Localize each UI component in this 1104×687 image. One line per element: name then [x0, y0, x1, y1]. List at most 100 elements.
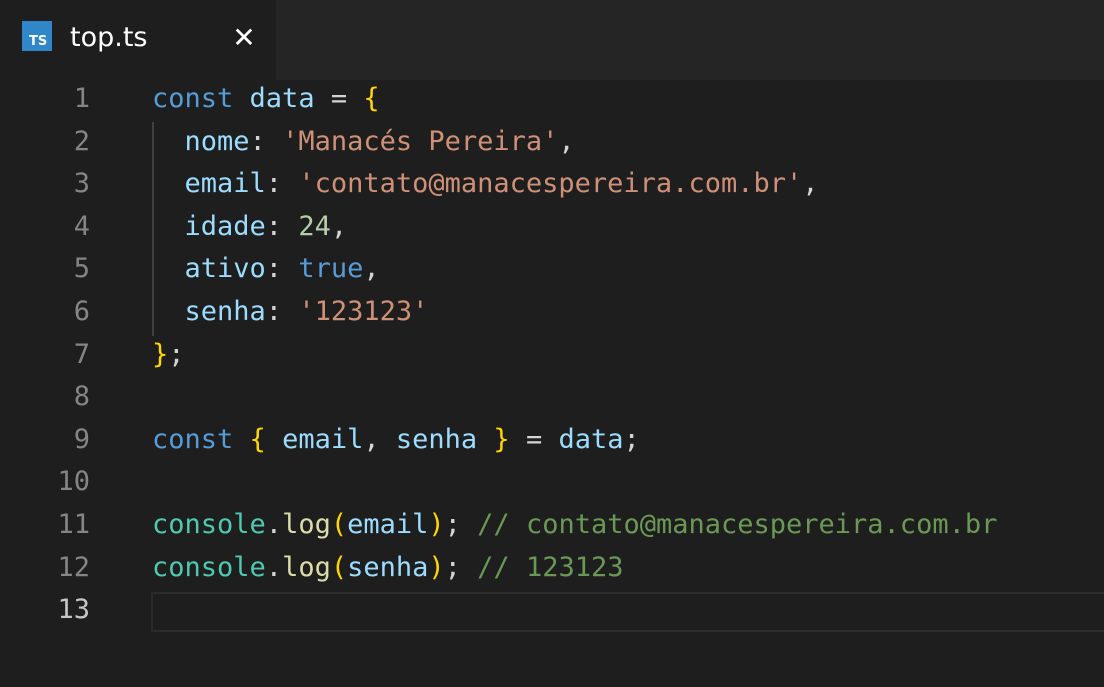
- line-number: 2: [73, 125, 90, 157]
- line-number: 10: [57, 466, 90, 498]
- code-token: data: [249, 83, 315, 114]
- code-editor[interactable]: 1 const data = {2 nome: 'Manacés Pereira'…: [0, 80, 1104, 687]
- line-number: 4: [73, 210, 90, 242]
- code-token: {: [249, 423, 266, 455]
- code-text: };: [152, 333, 185, 376]
- code-token: ,: [363, 423, 396, 455]
- code-token: true: [298, 253, 364, 285]
- code-token: log: [282, 551, 331, 583]
- code-token: console: [152, 509, 266, 540]
- code-token: ,: [558, 125, 575, 157]
- code-text: ativo: true,: [152, 247, 380, 290]
- line-number: 3: [73, 168, 90, 200]
- code-token: // contato@manacespereira.com.br: [477, 509, 998, 540]
- code-text: email: 'contato@manacespereira.com.br',: [152, 162, 819, 205]
- code-token: ;: [444, 509, 478, 540]
- code-token: 24: [298, 210, 331, 242]
- code-token: console: [152, 551, 266, 583]
- code-token: ,: [363, 253, 380, 285]
- code-token: ,: [802, 168, 819, 200]
- code-line[interactable]: 8: [0, 375, 1104, 418]
- code-token: email: [184, 168, 266, 200]
- line-number: 13: [57, 594, 90, 626]
- code-text: const data = {: [152, 77, 380, 120]
- code-line[interactable]: 6 senha: '123123': [0, 290, 1104, 333]
- tab-top-ts[interactable]: TS top.ts ✕: [0, 0, 276, 80]
- line-number: 8: [73, 381, 90, 413]
- code-token: idade: [184, 210, 266, 242]
- code-text: senha: '123123': [152, 290, 429, 333]
- code-token: 'contato@manacespereira.com.br': [298, 168, 803, 200]
- code-line[interactable]: 9 const { email, senha } = data;: [0, 418, 1104, 461]
- code-token: ): [428, 551, 445, 583]
- line-number: 1: [73, 83, 90, 114]
- code-token: :: [265, 296, 299, 327]
- code-line[interactable]: 5 ativo: true,: [0, 247, 1104, 290]
- code-token: email: [282, 423, 364, 455]
- code-token: ;: [623, 423, 640, 455]
- code-token: senha: [184, 296, 266, 327]
- code-token: log: [282, 509, 331, 540]
- code-line[interactable]: 4 idade: 24,: [0, 205, 1104, 248]
- code-token: (: [330, 509, 348, 540]
- code-text: console.log(senha); // 123123: [152, 546, 623, 589]
- code-text: idade: 24,: [152, 205, 348, 248]
- code-line[interactable]: 3 email: 'contato@manacespereira.com.br'…: [0, 162, 1104, 205]
- line-number: 9: [73, 423, 90, 455]
- code-token: ;: [444, 551, 478, 583]
- code-token: }: [152, 338, 169, 370]
- code-text: nome: 'Manacés Pereira',: [152, 120, 575, 163]
- code-token: '123123': [298, 296, 429, 327]
- code-token: ): [428, 509, 445, 540]
- code-token: 'Manacés Pereira': [282, 125, 559, 157]
- line-number: 7: [73, 338, 90, 370]
- code-line[interactable]: 11 console.log(email); // contato@manaces…: [0, 503, 1104, 546]
- code-line[interactable]: 7};: [0, 333, 1104, 376]
- code-token: ativo: [184, 253, 266, 285]
- code-token: const: [152, 83, 234, 114]
- code-line[interactable]: 13: [0, 588, 1104, 631]
- code-token: ;: [168, 338, 185, 370]
- code-line[interactable]: 2 nome: 'Manacés Pereira',: [0, 120, 1104, 163]
- code-token: data: [558, 423, 624, 455]
- close-tab-button[interactable]: ✕: [228, 22, 260, 54]
- typescript-file-icon: TS: [22, 21, 52, 51]
- line-number: 11: [57, 509, 90, 540]
- code-token: :: [265, 168, 299, 200]
- code-token: :: [265, 253, 299, 285]
- line-number: 5: [73, 253, 90, 285]
- tab-bar: TS top.ts ✕: [0, 0, 1104, 80]
- code-token: :: [249, 125, 283, 157]
- code-line[interactable]: 1 const data = {: [0, 77, 1104, 120]
- code-token: senha: [347, 551, 429, 583]
- code-text: const { email, senha } = data;: [152, 418, 640, 461]
- code-token: senha: [395, 423, 478, 455]
- code-text: console.log(email); // contato@manacespe…: [152, 503, 997, 546]
- code-token: nome: [184, 125, 250, 157]
- line-number: 12: [57, 551, 90, 583]
- code-line[interactable]: 10: [0, 460, 1104, 503]
- code-token: ,: [330, 210, 348, 242]
- code-token: email: [347, 509, 429, 540]
- line-number: 6: [73, 296, 90, 327]
- code-token: (: [330, 551, 348, 583]
- code-token: // 123123: [477, 551, 624, 583]
- code-token: const: [152, 423, 234, 455]
- code-token: }: [493, 423, 510, 455]
- code-token: .: [265, 551, 283, 583]
- code-line[interactable]: 12 console.log(senha); // 123123: [0, 546, 1104, 589]
- code-token: =: [314, 83, 364, 114]
- code-token: :: [265, 210, 299, 242]
- code-token: {: [363, 83, 380, 114]
- tab-title: top.ts: [70, 22, 148, 53]
- code-token: .: [265, 509, 283, 540]
